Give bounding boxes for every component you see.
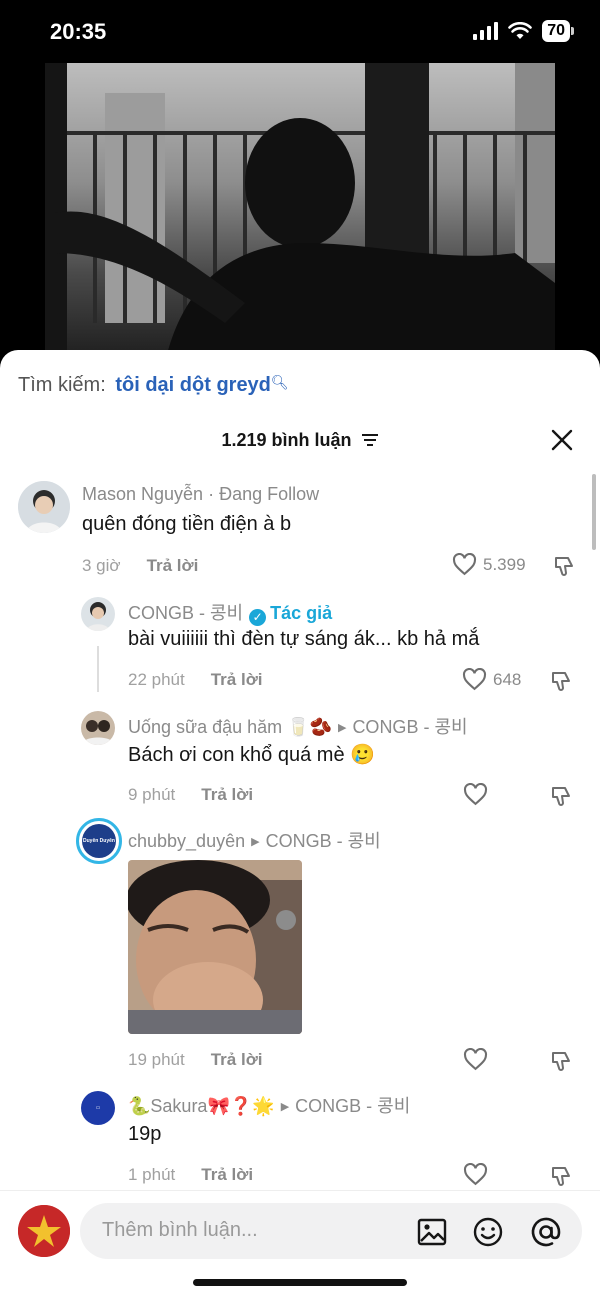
comment-photo[interactable] bbox=[128, 860, 302, 1034]
comment-text: quên đóng tiền điện à b bbox=[82, 513, 292, 535]
reply-button[interactable]: Trả lời bbox=[211, 670, 263, 689]
reply-author[interactable]: chubby_duyên bbox=[128, 831, 245, 851]
image-icon[interactable] bbox=[416, 1216, 448, 1248]
heart-icon[interactable] bbox=[463, 783, 488, 806]
heart-icon bbox=[452, 553, 477, 576]
emoji-icon[interactable] bbox=[472, 1216, 504, 1248]
search-query[interactable]: tôi dại dột greyd bbox=[115, 374, 271, 396]
comment-input[interactable]: Thêm bình luận... bbox=[80, 1203, 582, 1259]
verified-icon: ✓ bbox=[249, 609, 267, 626]
dislike-icon[interactable] bbox=[550, 1049, 574, 1073]
dislike-icon[interactable] bbox=[553, 554, 577, 578]
status-bar: 20:35 70 bbox=[0, 0, 600, 64]
reply-author[interactable]: Uống sữa đậu hăm 🥛🫘 bbox=[128, 717, 332, 737]
dislike-icon[interactable] bbox=[550, 784, 574, 808]
heart-icon bbox=[462, 668, 487, 691]
author-badge: Tác giả bbox=[270, 603, 333, 623]
comment-time: 3 giờ bbox=[82, 556, 121, 575]
comment-meta: 9 phút Trả lời bbox=[128, 785, 253, 805]
comment-count: 1.219 bình luận bbox=[221, 430, 352, 450]
sort-icon[interactable] bbox=[361, 433, 379, 447]
comment-time: 19 phút bbox=[128, 1050, 185, 1069]
search-icon: 🔍︎ bbox=[270, 374, 289, 390]
reply-to-user[interactable]: CONGB - 콩비 bbox=[295, 1096, 410, 1116]
comment-count-header[interactable]: 1.219 bình luận bbox=[0, 430, 600, 451]
like-count: 5.399 bbox=[483, 554, 526, 574]
comment-username[interactable]: chubby_duyên ▶ CONGB - 콩비 bbox=[128, 827, 381, 853]
video-player[interactable] bbox=[45, 63, 555, 363]
comment-username[interactable]: 🐍Sakura🎀❓🌟 ▶ CONGB - 콩비 bbox=[128, 1092, 410, 1118]
scrollbar[interactable] bbox=[592, 474, 596, 550]
comment-meta: 1 phút Trả lời bbox=[128, 1165, 253, 1185]
reply-button[interactable]: Trả lời bbox=[211, 1050, 263, 1069]
reply-button[interactable]: Trả lời bbox=[147, 556, 199, 575]
status-icons: 70 bbox=[473, 20, 574, 42]
comments-sheet: Tìm kiếm: tôi dại dột greyd🔍︎ 1.219 bình… bbox=[0, 350, 600, 1299]
reply-button[interactable]: Trả lời bbox=[201, 785, 253, 804]
avatar[interactable] bbox=[81, 711, 115, 745]
comment-text: bài vuiiiiii thì đèn tự sáng ák... kb hả… bbox=[128, 628, 480, 650]
reply-author[interactable]: 🐍Sakura🎀❓🌟 bbox=[128, 1096, 275, 1116]
comment-text: 19p bbox=[128, 1123, 162, 1145]
comment-username[interactable]: Mason Nguyễn · Đang Follow bbox=[82, 484, 319, 505]
comment-username[interactable]: Uống sữa đậu hăm 🥛🫘 ▶ CONGB - 콩비 bbox=[128, 713, 468, 739]
comment-time: 1 phút bbox=[128, 1165, 176, 1184]
dislike-icon[interactable] bbox=[550, 669, 574, 693]
signal-icon bbox=[473, 22, 499, 40]
comment-input-placeholder: Thêm bình luận... bbox=[102, 1219, 258, 1241]
heart-icon[interactable] bbox=[463, 1048, 488, 1071]
comment-meta: 19 phút Trả lời bbox=[128, 1050, 263, 1070]
close-icon[interactable] bbox=[550, 428, 574, 452]
battery-indicator: 70 bbox=[542, 20, 574, 42]
comment-time: 22 phút bbox=[128, 670, 185, 689]
thread-line bbox=[97, 646, 99, 692]
comment-text: Bách ơi con khổ quá mè 🥲 bbox=[128, 744, 376, 766]
current-user-avatar[interactable] bbox=[18, 1205, 70, 1257]
like-count: 648 bbox=[493, 669, 522, 689]
reply-button[interactable]: Trả lời bbox=[201, 1165, 253, 1184]
reply-to-user[interactable]: CONGB - 콩비 bbox=[352, 717, 467, 737]
avatar-logo: Duyên Duyên bbox=[82, 824, 116, 858]
avatar[interactable] bbox=[18, 481, 70, 533]
avatar[interactable] bbox=[81, 597, 115, 631]
avatar[interactable]: Duyên Duyên bbox=[76, 818, 122, 864]
mention-icon[interactable] bbox=[530, 1216, 562, 1248]
heart-icon[interactable] bbox=[463, 1163, 488, 1186]
avatar-logo-icon: ▭ bbox=[95, 1105, 101, 1111]
comment-username[interactable]: CONGB - 콩비 ✓ Tác giả bbox=[128, 599, 332, 626]
search-suggestion[interactable]: Tìm kiếm: tôi dại dột greyd🔍︎ bbox=[18, 374, 289, 397]
status-time: 20:35 bbox=[50, 19, 107, 44]
reply-to-user[interactable]: CONGB - 콩비 bbox=[266, 831, 381, 851]
search-label: Tìm kiếm: bbox=[18, 374, 106, 396]
reply-arrow-icon: ▶ bbox=[280, 1101, 290, 1113]
like-button[interactable]: 5.399 bbox=[452, 553, 526, 576]
comment-meta: 3 giờ Trả lời bbox=[82, 556, 198, 576]
reply-arrow-icon: ▶ bbox=[251, 836, 260, 848]
comment-time: 9 phút bbox=[128, 785, 176, 804]
reply-arrow-icon: ▶ bbox=[337, 722, 347, 734]
like-button[interactable]: 648 bbox=[462, 668, 521, 691]
home-indicator[interactable] bbox=[193, 1279, 407, 1286]
video-frame bbox=[45, 63, 555, 363]
comment-meta: 22 phút Trả lời bbox=[128, 670, 263, 690]
author-name[interactable]: CONGB - 콩비 bbox=[128, 603, 243, 623]
avatar[interactable]: ▭ bbox=[81, 1091, 115, 1125]
wifi-icon bbox=[508, 22, 533, 39]
dislike-icon[interactable] bbox=[550, 1164, 574, 1188]
comment-composer: Thêm bình luận... bbox=[0, 1190, 600, 1299]
